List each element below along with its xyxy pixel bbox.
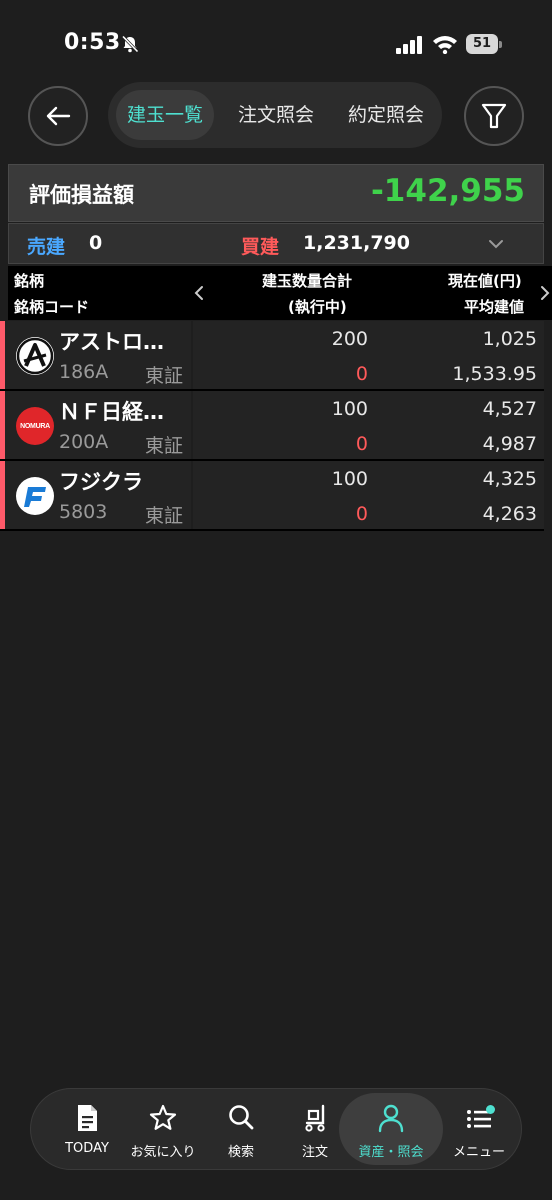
stock-market: 東証 — [145, 365, 184, 387]
chevron-right-icon[interactable] — [538, 284, 552, 302]
current-price: 4,527 — [482, 398, 537, 420]
search-icon — [229, 1105, 254, 1130]
nav-label: お気に入り — [130, 1145, 196, 1160]
fujikura-logo-icon — [16, 477, 54, 515]
pnl-label: 評価損益額 — [29, 183, 134, 207]
astroscale-logo-icon — [16, 337, 54, 375]
position-qty: 100 — [331, 398, 368, 420]
header-name: 銘柄 — [14, 272, 45, 290]
nomura-logo-text: NOMURA — [20, 422, 50, 430]
header-code: 銘柄コード — [14, 298, 90, 316]
row-divider — [0, 529, 544, 531]
nav-label: メニュー — [452, 1145, 505, 1160]
nav-menu[interactable]: メニュー — [439, 1089, 519, 1171]
stock-name: フジクラ — [59, 470, 143, 494]
nav-assets[interactable]: 資産・照会 — [339, 1093, 443, 1165]
position-qty: 100 — [331, 468, 368, 490]
header-price: 現在値(円) — [448, 272, 522, 290]
bottom-nav: TODAY お気に入り 検索 注文 資産・照会 メニュー — [30, 1088, 522, 1170]
table-row[interactable]: NOMURA ＮＦ日経… 200A 東証 100 0 4,527 4,987 — [0, 391, 544, 461]
table-header: 銘柄 銘柄コード 建玉数量合計 (執行中) 現在値(円) 平均建値 — [8, 266, 552, 320]
pnl-value: -142,955 — [370, 173, 525, 209]
stock-code: 200A — [59, 431, 109, 453]
cart-icon — [305, 1104, 325, 1132]
tab-group: 建玉一覧 注文照会 約定照会 — [108, 82, 442, 148]
tab-execution-inquiry[interactable]: 約定照会 — [334, 90, 438, 140]
header-qty-total: 建玉数量合計 — [262, 272, 353, 290]
nav-today[interactable]: TODAY — [47, 1089, 127, 1171]
nav-label: 資産・照会 — [358, 1145, 424, 1160]
bell-muted-icon — [121, 35, 139, 53]
sell-position-label: 売建 — [27, 236, 66, 258]
row-values-cell: 200 0 1,025 1,533.95 — [193, 321, 544, 389]
tab-positions[interactable]: 建玉一覧 — [116, 90, 214, 140]
buy-position-value: 1,231,790 — [303, 232, 410, 254]
row-name-cell: アストロ… 186A 東証 — [5, 321, 191, 389]
battery-level: 51 — [466, 34, 498, 54]
signal-icon — [396, 36, 422, 54]
pending-qty: 0 — [355, 433, 368, 455]
average-price: 4,263 — [482, 503, 537, 525]
battery-indicator: 51 — [466, 34, 502, 54]
stock-market: 東証 — [145, 505, 184, 527]
arrow-left-icon — [46, 106, 71, 126]
filter-button[interactable] — [464, 86, 524, 146]
unrealized-pnl-panel: 評価損益額 -142,955 — [8, 164, 544, 222]
stock-code: 186A — [59, 361, 109, 383]
stock-code: 5803 — [59, 501, 108, 523]
average-price: 1,533.95 — [452, 363, 537, 385]
nav-favorites[interactable]: お気に入り — [123, 1089, 203, 1171]
document-icon — [78, 1105, 97, 1131]
table-row[interactable]: フジクラ 5803 東証 100 0 4,325 4,263 — [0, 461, 544, 531]
average-price: 4,987 — [482, 433, 537, 455]
status-time: 0:53 — [64, 30, 121, 55]
buy-position-label: 買建 — [241, 236, 280, 258]
stock-market: 東証 — [145, 435, 184, 457]
pending-qty: 0 — [355, 363, 368, 385]
nav-label: TODAY — [65, 1141, 109, 1156]
row-values-cell: 100 0 4,325 4,263 — [193, 461, 544, 529]
wifi-icon — [433, 36, 457, 54]
sell-position-value: 0 — [89, 232, 103, 254]
header-pending: (執行中) — [288, 298, 347, 316]
star-icon — [149, 1104, 177, 1130]
nomura-logo-icon: NOMURA — [16, 407, 54, 445]
row-name-cell: NOMURA ＮＦ日経… 200A 東証 — [5, 391, 191, 459]
stock-name: ＮＦ日経… — [59, 400, 164, 424]
nav-label: 検索 — [227, 1145, 254, 1160]
back-button[interactable] — [28, 86, 88, 146]
chevron-down-icon[interactable] — [487, 236, 505, 252]
table-row[interactable]: アストロ… 186A 東証 200 0 1,025 1,533.95 — [0, 321, 544, 391]
position-totals-panel[interactable]: 売建 0 買建 1,231,790 — [8, 223, 544, 264]
person-icon — [378, 1104, 404, 1133]
row-name-cell: フジクラ 5803 東証 — [5, 461, 191, 529]
chevron-left-icon[interactable] — [192, 284, 206, 302]
tab-order-inquiry[interactable]: 注文照会 — [224, 90, 328, 140]
nav-search[interactable]: 検索 — [201, 1089, 281, 1171]
row-values-cell: 100 0 4,527 4,987 — [193, 391, 544, 459]
current-price: 1,025 — [482, 328, 537, 350]
battery-tip — [499, 41, 502, 48]
header-avg: 平均建値 — [464, 298, 525, 316]
pending-qty: 0 — [355, 503, 368, 525]
current-price: 4,325 — [482, 468, 537, 490]
stock-name: アストロ… — [59, 330, 164, 354]
notification-dot — [486, 1105, 495, 1114]
status-bar: 0:53 51 — [0, 0, 552, 80]
filter-icon — [481, 103, 507, 129]
position-qty: 200 — [331, 328, 368, 350]
